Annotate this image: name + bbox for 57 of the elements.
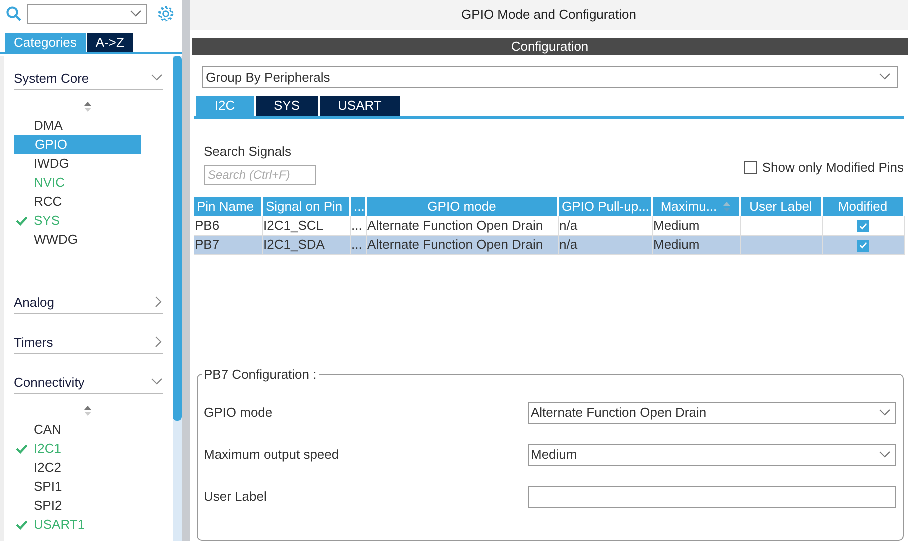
text-input-field[interactable] [528,486,896,508]
peripheral-tab[interactable]: USART [320,96,400,116]
table-cell: Alternate Function Open Drain [366,216,558,235]
modified-checkbox[interactable] [857,220,869,232]
peripheral-item[interactable]: I2C2 [14,458,140,477]
chevron-down-icon [130,10,142,18]
search-icon [6,6,22,22]
settings-icon[interactable] [157,5,175,23]
peripheral-item[interactable]: SPI1 [14,477,140,496]
table-cell: PB7 [194,235,262,254]
field-label: Maximum output speed [204,447,340,462]
table-cell: n/a [558,216,652,235]
table-cell: Medium [652,235,740,254]
category-header[interactable]: Analog [14,291,163,314]
table-cell: n/a [558,235,652,254]
chevron-right-icon [155,336,163,348]
category-tab[interactable]: A->Z [86,33,134,52]
sort-icon [84,406,92,416]
table-cell: I2C1_SDA [262,235,350,254]
peripheral-item[interactable]: IWDG [14,154,140,173]
search-signals-label: Search Signals [204,144,292,159]
category-header[interactable]: Timers [14,331,163,354]
search-field[interactable]: Search (Ctrl+F) [204,165,316,185]
search-combo-box[interactable] [27,4,147,24]
table-cell: I2C1_SCL [262,216,350,235]
splitter-handle[interactable] [182,0,190,541]
category-header[interactable]: System Core [14,67,163,90]
peripheral-item[interactable]: WWDG [14,230,140,249]
dropdown-field[interactable]: Alternate Function Open Drain [528,402,896,424]
dropdown-field[interactable]: Medium [528,444,896,466]
chevron-down-icon [879,408,891,416]
chevron-down-icon [151,74,163,82]
field-label: User Label [204,489,267,504]
table-cell: Medium [652,216,740,235]
peripheral-item[interactable]: DMA [14,116,140,135]
chevron-down-icon [879,450,891,458]
table-cell: Alternate Function Open Drain [366,235,558,254]
field-label: GPIO mode [204,405,273,420]
sort-icon [84,102,92,112]
group-title: PB7 Configuration : [203,366,318,382]
section-title-bar: Configuration [192,38,908,55]
show-modified-checkbox[interactable]: Show only Modified Pins [744,160,904,175]
chevron-down-icon [879,73,891,81]
panel-title: GPIO Mode and Configuration [190,0,908,30]
peripheral-item[interactable]: CAN [14,420,140,439]
modified-checkbox[interactable] [857,240,869,252]
peripheral-item[interactable]: RCC [14,192,140,211]
chevron-down-icon [151,378,163,386]
chevron-right-icon [155,296,163,308]
table-cell: ... [350,216,366,235]
sort-icon [723,202,732,212]
peripheral-tab[interactable]: SYS [256,96,318,116]
peripheral-item[interactable]: SPI2 [14,496,140,515]
table-cell: PB6 [194,216,262,235]
scrollbar-thumb[interactable] [173,56,182,421]
group-by-dropdown[interactable]: Group By Peripherals [202,66,898,88]
category-header[interactable]: Connectivity [14,371,163,394]
